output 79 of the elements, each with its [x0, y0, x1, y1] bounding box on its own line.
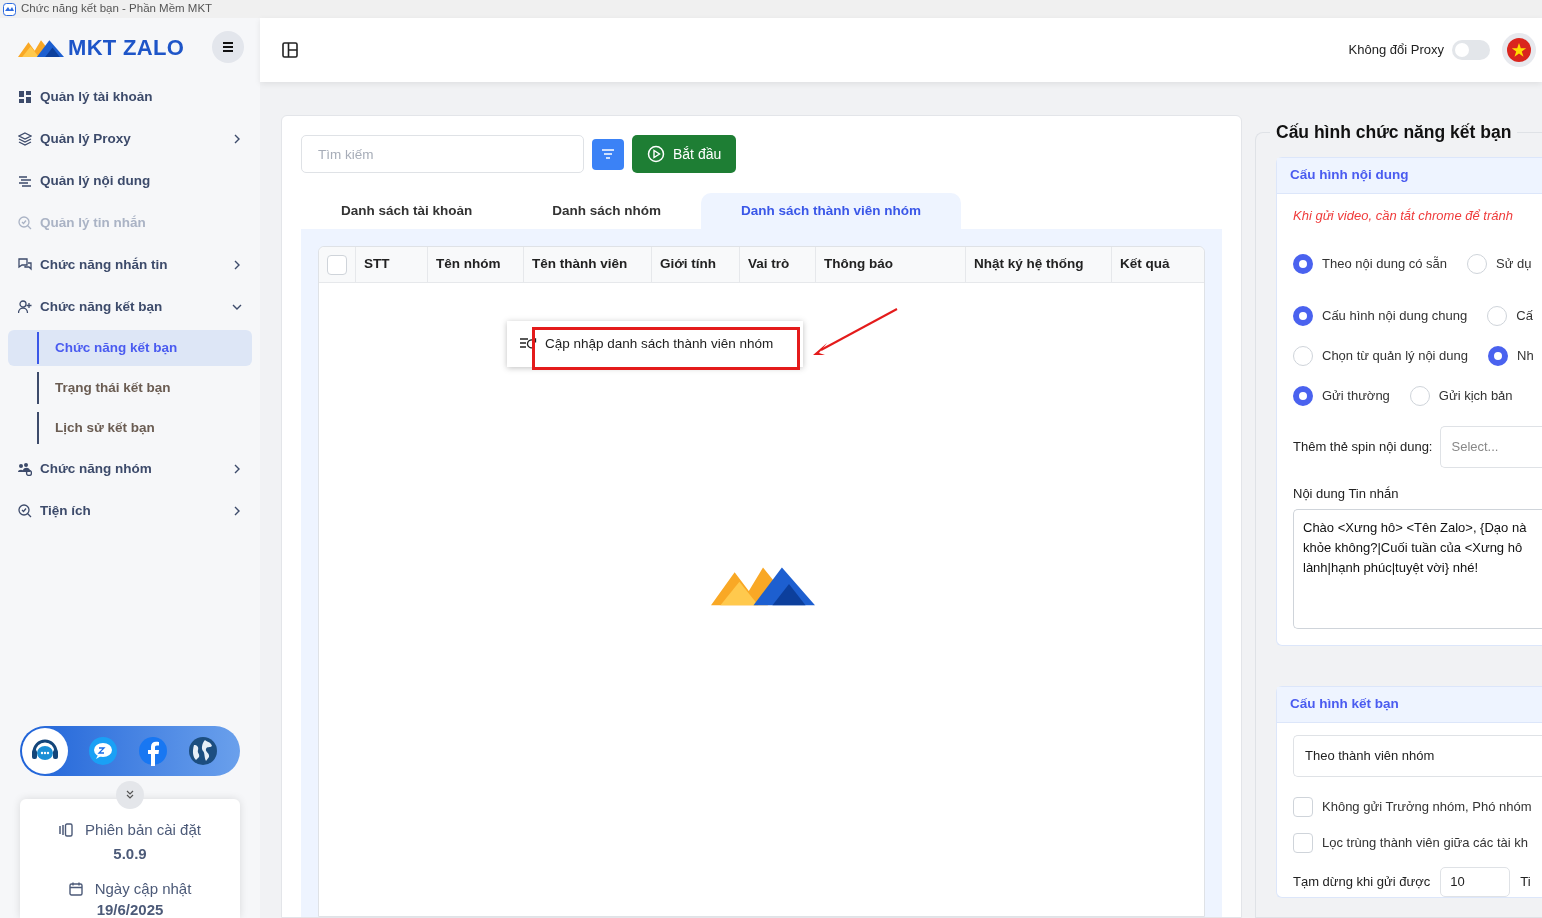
- info-value: 19/6/2025: [95, 902, 165, 918]
- facebook-icon[interactable]: [138, 735, 168, 766]
- column-header: Nhật ký hệ thống: [965, 247, 1111, 282]
- menu-icon: [222, 41, 234, 53]
- radio-option[interactable]: Gửi kịch bản: [1409, 385, 1513, 406]
- submenu-item[interactable]: Chức năng kết bạn: [8, 330, 252, 366]
- spin-tag-select[interactable]: Select...: [1440, 425, 1542, 468]
- section-title: Cấu hình kết bạn: [1277, 687, 1542, 723]
- checkbox-option[interactable]: Lọc trùng thành viên giữa các tài kh: [1293, 825, 1542, 861]
- app-logo: MKT ZALO: [18, 30, 185, 64]
- radio-option[interactable]: Gửi thường: [1293, 385, 1390, 406]
- radio-option[interactable]: Cấ: [1487, 305, 1533, 326]
- radio-option[interactable]: Sử dụ: [1467, 253, 1532, 274]
- select-all-checkbox[interactable]: [327, 254, 347, 275]
- section-title: Cấu hình nội dung: [1277, 158, 1542, 194]
- sidebar-item[interactable]: Chức năng nhắn tin: [8, 244, 252, 286]
- proxy-toggle[interactable]: [1452, 40, 1490, 60]
- search-check-icon: [18, 504, 32, 518]
- sidebar-item[interactable]: Quản lý tài khoản: [8, 76, 252, 118]
- grid-icon: [18, 90, 32, 104]
- number-field[interactable]: 10: [1440, 867, 1511, 897]
- language-button[interactable]: [1502, 33, 1536, 67]
- sidebar-item[interactable]: Quản lý Proxy: [8, 118, 252, 160]
- tab[interactable]: Danh sách nhóm: [512, 193, 702, 229]
- filter-button[interactable]: [592, 138, 624, 170]
- column-header: Thông báo: [815, 247, 965, 282]
- info-label: Ngày cập nhật: [94, 878, 192, 899]
- lines-icon: [18, 174, 32, 188]
- filter-icon: [602, 149, 614, 159]
- list-refresh-icon: [519, 337, 537, 351]
- field-label: Nội dung Tin nhắn: [1293, 484, 1400, 503]
- calendar-icon: [68, 881, 83, 896]
- field-label: Thêm thẻ spin nội dung:: [1293, 437, 1433, 456]
- chat-bubble-icon[interactable]: [88, 735, 118, 766]
- info-value: 5.0.9: [112, 844, 148, 864]
- globe-icon[interactable]: [188, 735, 218, 766]
- user-plus-icon: [18, 300, 32, 314]
- info-label: Phiên bản cài đặt: [85, 819, 201, 840]
- window-title: Chức năng kết bạn - Phần Mềm MKT: [21, 1, 213, 17]
- warning-text: Khi gửi video, cần tắt chrome để tránh: [1293, 207, 1514, 225]
- proxy-label: Không đổi Proxy: [1348, 41, 1444, 60]
- field-label: Ti: [1520, 873, 1531, 892]
- layers-icon: [18, 132, 32, 146]
- column-header: Tên thành viên: [523, 247, 651, 282]
- chat-icon: [18, 258, 32, 272]
- column-header: Giới tính: [651, 247, 739, 282]
- layout-icon[interactable]: [282, 42, 298, 58]
- users-icon: [18, 462, 32, 476]
- radio-option[interactable]: Theo nội dung có sẵn: [1293, 253, 1448, 274]
- tab[interactable]: Danh sách thành viên nhóm: [701, 193, 962, 229]
- mode-select[interactable]: Theo thành viên nhóm: [1293, 735, 1542, 777]
- play-circle-icon: [647, 145, 665, 163]
- submenu-item[interactable]: Lịch sử kết bạn: [8, 410, 252, 446]
- radio-option[interactable]: Cấu hình nội dung chung: [1293, 305, 1468, 326]
- radio-option[interactable]: Nh: [1488, 345, 1534, 366]
- sidebar-item[interactable]: Chức năng nhóm: [8, 448, 252, 490]
- sidebar-item[interactable]: Chức năng kết bạn: [8, 286, 252, 328]
- context-menu-item[interactable]: Cập nhập danh sách thành viên nhóm: [507, 321, 803, 367]
- radio-option[interactable]: Chọn từ quản lý nội dung: [1293, 345, 1469, 366]
- sidebar-item[interactable]: Tiện ích: [8, 490, 252, 532]
- tab[interactable]: Danh sách tài khoản: [301, 193, 513, 229]
- sidebar-item[interactable]: Quản lý nội dung: [8, 160, 252, 202]
- star-flag-icon: [1507, 38, 1531, 62]
- column-header: Tên nhóm: [427, 247, 523, 282]
- column-header: STT: [355, 247, 427, 282]
- search-check-icon: [18, 216, 32, 230]
- submenu-item[interactable]: Trạng thái kết bạn: [8, 370, 252, 406]
- column-header: Kết quả: [1111, 247, 1204, 282]
- checkbox-option[interactable]: Không gửi Trưởng nhóm, Phó nhóm: [1293, 789, 1542, 825]
- column-header: Vai trò: [739, 247, 815, 282]
- message-field[interactable]: Chào <Xưng hô> <Tên Zalo>, {Dạo nà khỏe không?|Cuối tuần của <Xưng hô lành|hạnh phúc|tuyệt vời} nhé!: [1293, 509, 1542, 629]
- phone-stack-icon: [59, 822, 74, 837]
- search-field[interactable]: Tìm kiếm: [301, 135, 584, 173]
- menu-button[interactable]: [212, 31, 244, 63]
- field-label: Tạm dừng khi gửi được: [1293, 873, 1431, 892]
- support-button[interactable]: [22, 727, 68, 774]
- app-icon: [3, 2, 16, 16]
- double-chevron-icon: [125, 789, 135, 800]
- start-button[interactable]: Bắt đầu: [632, 135, 737, 173]
